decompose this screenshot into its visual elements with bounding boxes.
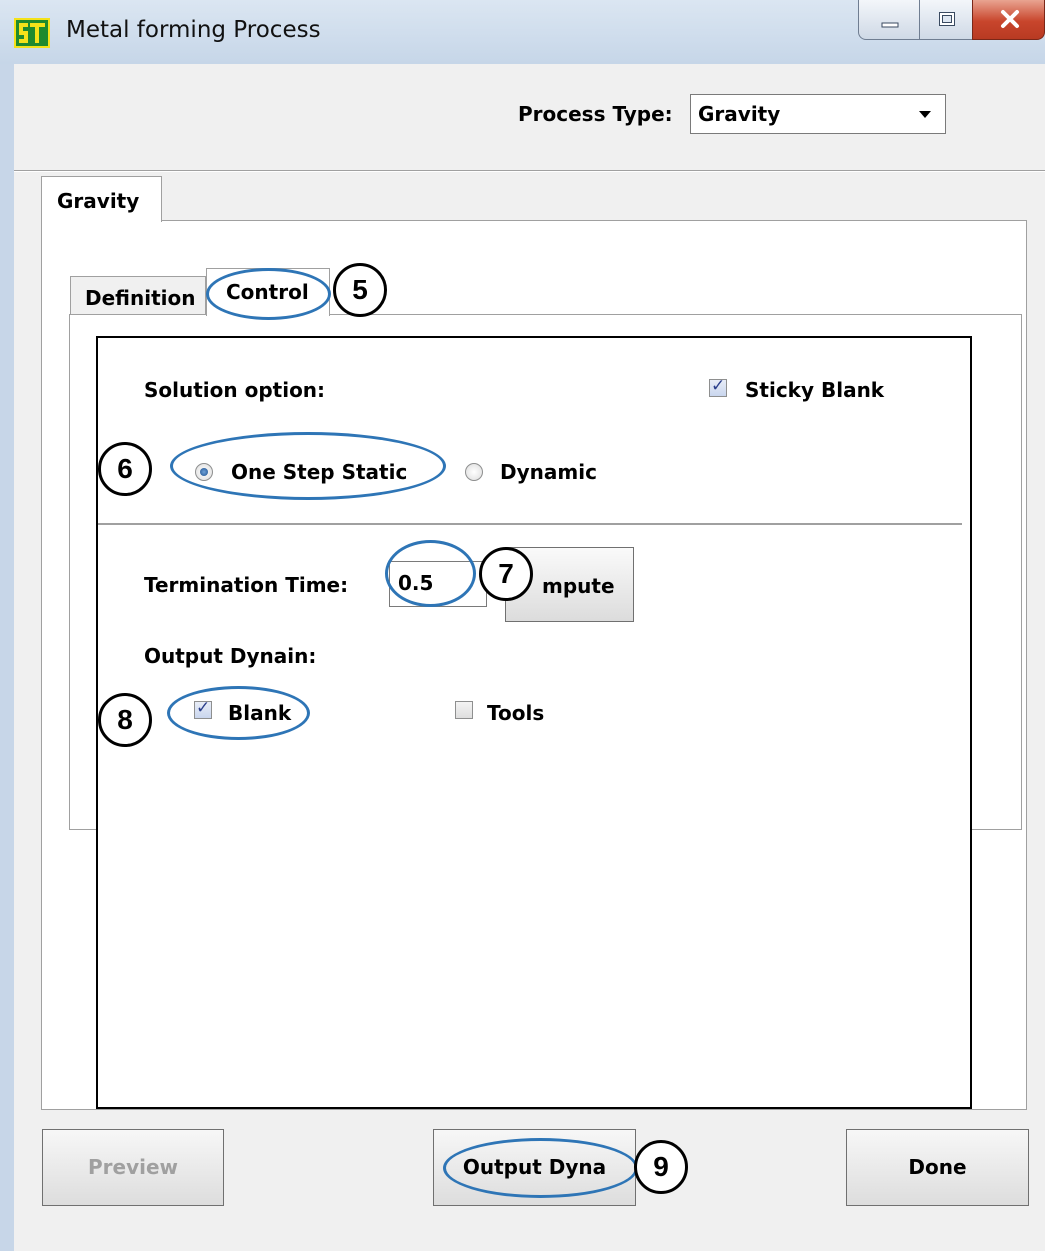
- one-step-static-highlight-ellipse: [170, 432, 446, 500]
- callout-8: 8: [98, 693, 152, 747]
- callout-7: 7: [479, 547, 533, 601]
- dropdown-arrow-icon: [919, 111, 931, 118]
- callout-6: 6: [98, 442, 152, 496]
- maximize-button[interactable]: [919, 0, 973, 40]
- sticky-blank-checkbox[interactable]: ✓: [709, 376, 727, 397]
- checkmark-icon: ✓: [711, 376, 726, 396]
- tab-gravity-label: Gravity: [57, 189, 140, 213]
- minimize-icon: [881, 22, 899, 28]
- preview-button-label: Preview: [87, 1155, 179, 1179]
- termination-time-highlight-ellipse: [385, 540, 476, 607]
- output-dynain-label: Output Dynain:: [144, 644, 317, 668]
- output-dyna-highlight-ellipse: [443, 1138, 638, 1198]
- header-divider-highlight: [14, 171, 1045, 172]
- maximize-icon: [939, 12, 955, 26]
- done-button[interactable]: Done: [846, 1129, 1029, 1206]
- stf-logo-icon: [14, 18, 50, 48]
- process-type-dropdown[interactable]: Gravity: [690, 94, 946, 134]
- close-icon: [1001, 10, 1019, 28]
- window-title: Metal forming Process: [66, 17, 321, 43]
- callout-9: 9: [634, 1140, 688, 1194]
- preview-button[interactable]: Preview: [42, 1129, 224, 1206]
- process-type-label: Process Type:: [518, 102, 673, 126]
- termination-time-label: Termination Time:: [144, 573, 349, 597]
- process-type-value: Gravity: [698, 102, 781, 126]
- blank-highlight-ellipse: [167, 686, 310, 740]
- tools-label[interactable]: Tools: [487, 701, 544, 725]
- sticky-blank-label[interactable]: Sticky Blank: [745, 378, 884, 402]
- minimize-button[interactable]: [858, 0, 920, 40]
- tab-definition[interactable]: Definition: [70, 276, 206, 314]
- window-left-border: [0, 64, 14, 1251]
- solution-option-label: Solution option:: [144, 378, 326, 402]
- dynamic-label[interactable]: Dynamic: [500, 460, 597, 484]
- control-tab-highlight-ellipse: [206, 268, 331, 320]
- section-divider: [98, 523, 962, 525]
- dynamic-radio[interactable]: [465, 463, 483, 481]
- tab-gravity[interactable]: Gravity: [41, 176, 162, 222]
- tools-checkbox[interactable]: [455, 701, 473, 719]
- callout-5: 5: [333, 263, 387, 317]
- close-button[interactable]: [972, 0, 1045, 40]
- compute-button-label: mpute: [542, 574, 615, 598]
- done-button-label: Done: [908, 1155, 967, 1179]
- tab-definition-label: Definition: [85, 286, 196, 310]
